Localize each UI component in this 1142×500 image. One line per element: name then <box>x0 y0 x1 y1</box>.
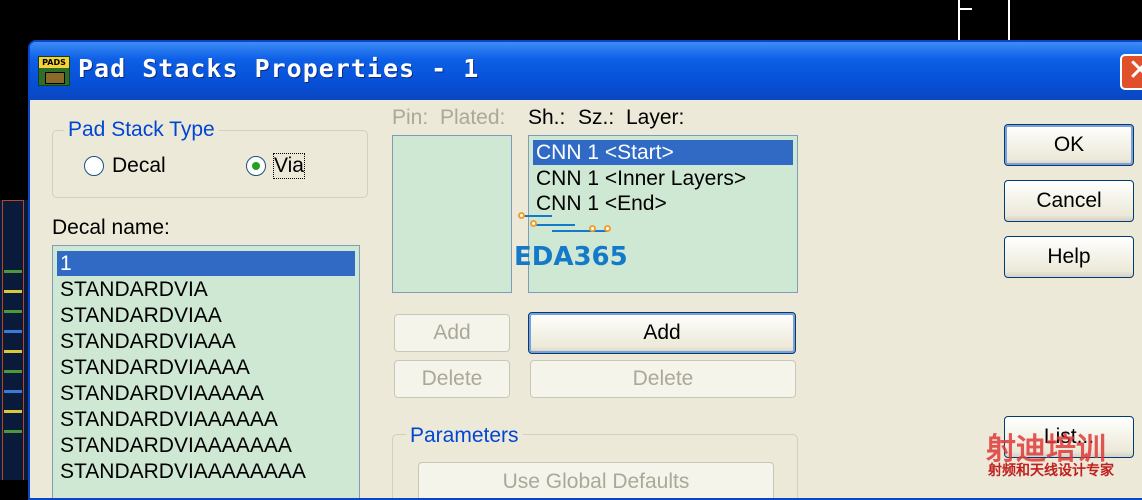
close-icon[interactable]: ✕ <box>1120 54 1142 90</box>
via-radio[interactable] <box>246 156 266 176</box>
list-item[interactable]: CNN 1 <End> <box>533 191 793 216</box>
watermark-trace <box>522 215 552 217</box>
ok-button[interactable]: OK <box>1004 124 1134 166</box>
list-item[interactable]: STANDARDVIAAAAAAA <box>57 433 355 458</box>
help-button[interactable]: Help <box>1004 236 1134 278</box>
watermark-dot <box>530 220 537 227</box>
list-item[interactable]: STANDARDVIAA <box>57 303 355 328</box>
layer-header: Layer: <box>626 106 685 129</box>
shape-header: Sh.: <box>528 106 566 129</box>
canvas-line <box>958 8 972 10</box>
size-header: Sz.: <box>578 106 615 129</box>
pin-delete-button[interactable]: Delete <box>394 360 510 398</box>
list-item[interactable]: STANDARDVIAAAAAAAA <box>57 459 355 484</box>
via-radio-label[interactable]: Via <box>273 153 305 179</box>
watermark-dot <box>518 212 525 219</box>
pcb-canvas-strip <box>0 200 28 480</box>
eda365-watermark: EDA365 <box>514 242 628 272</box>
use-global-defaults-button[interactable]: Use Global Defaults <box>418 462 774 498</box>
canvas-line <box>958 0 960 40</box>
decal-radio[interactable] <box>84 156 104 176</box>
parameters-legend: Parameters <box>406 424 523 448</box>
plated-header: Plated: <box>440 106 506 129</box>
watermark-dot <box>589 225 596 232</box>
shape-add-button[interactable]: Add <box>528 312 796 354</box>
cancel-button[interactable]: Cancel <box>1004 180 1134 222</box>
decal-radio-label[interactable]: Decal <box>112 154 166 178</box>
pin-header: Pin: <box>392 106 429 129</box>
decal-name-list[interactable]: 1 STANDARDVIA STANDARDVIAA STANDARDVIAAA… <box>52 245 360 498</box>
shape-delete-button[interactable]: Delete <box>530 360 796 398</box>
pad-stack-type-legend: Pad Stack Type <box>64 118 219 142</box>
pin-add-button[interactable]: Add <box>394 314 510 352</box>
watermark-dot <box>604 225 611 232</box>
list-item[interactable]: CNN 1 <Start> <box>533 140 793 165</box>
cn-watermark-subtitle: 射频和天线设计专家 <box>988 463 1114 479</box>
list-item[interactable]: CNN 1 <Inner Layers> <box>533 166 793 191</box>
list-item[interactable]: STANDARDVIA <box>57 277 355 302</box>
pads-app-icon: PADS <box>38 56 70 86</box>
pin-list[interactable] <box>392 135 512 293</box>
list-item[interactable]: STANDARDVIAAAAA <box>57 381 355 406</box>
title-bar[interactable]: PADS Pad Stacks Properties - 1 ✕ <box>30 42 1142 100</box>
list-item[interactable]: STANDARDVIAAAAAA <box>57 407 355 432</box>
watermark-trace <box>552 230 608 232</box>
list-item[interactable]: STANDARDVIAAA <box>57 329 355 354</box>
list-item[interactable]: STANDARDVIAAAA <box>57 355 355 380</box>
watermark-trace <box>535 224 575 226</box>
canvas-line <box>1008 0 1010 40</box>
window-title: Pad Stacks Properties - 1 <box>78 54 480 83</box>
decal-name-label: Decal name: <box>52 216 170 239</box>
list-item[interactable]: 1 <box>57 251 355 276</box>
